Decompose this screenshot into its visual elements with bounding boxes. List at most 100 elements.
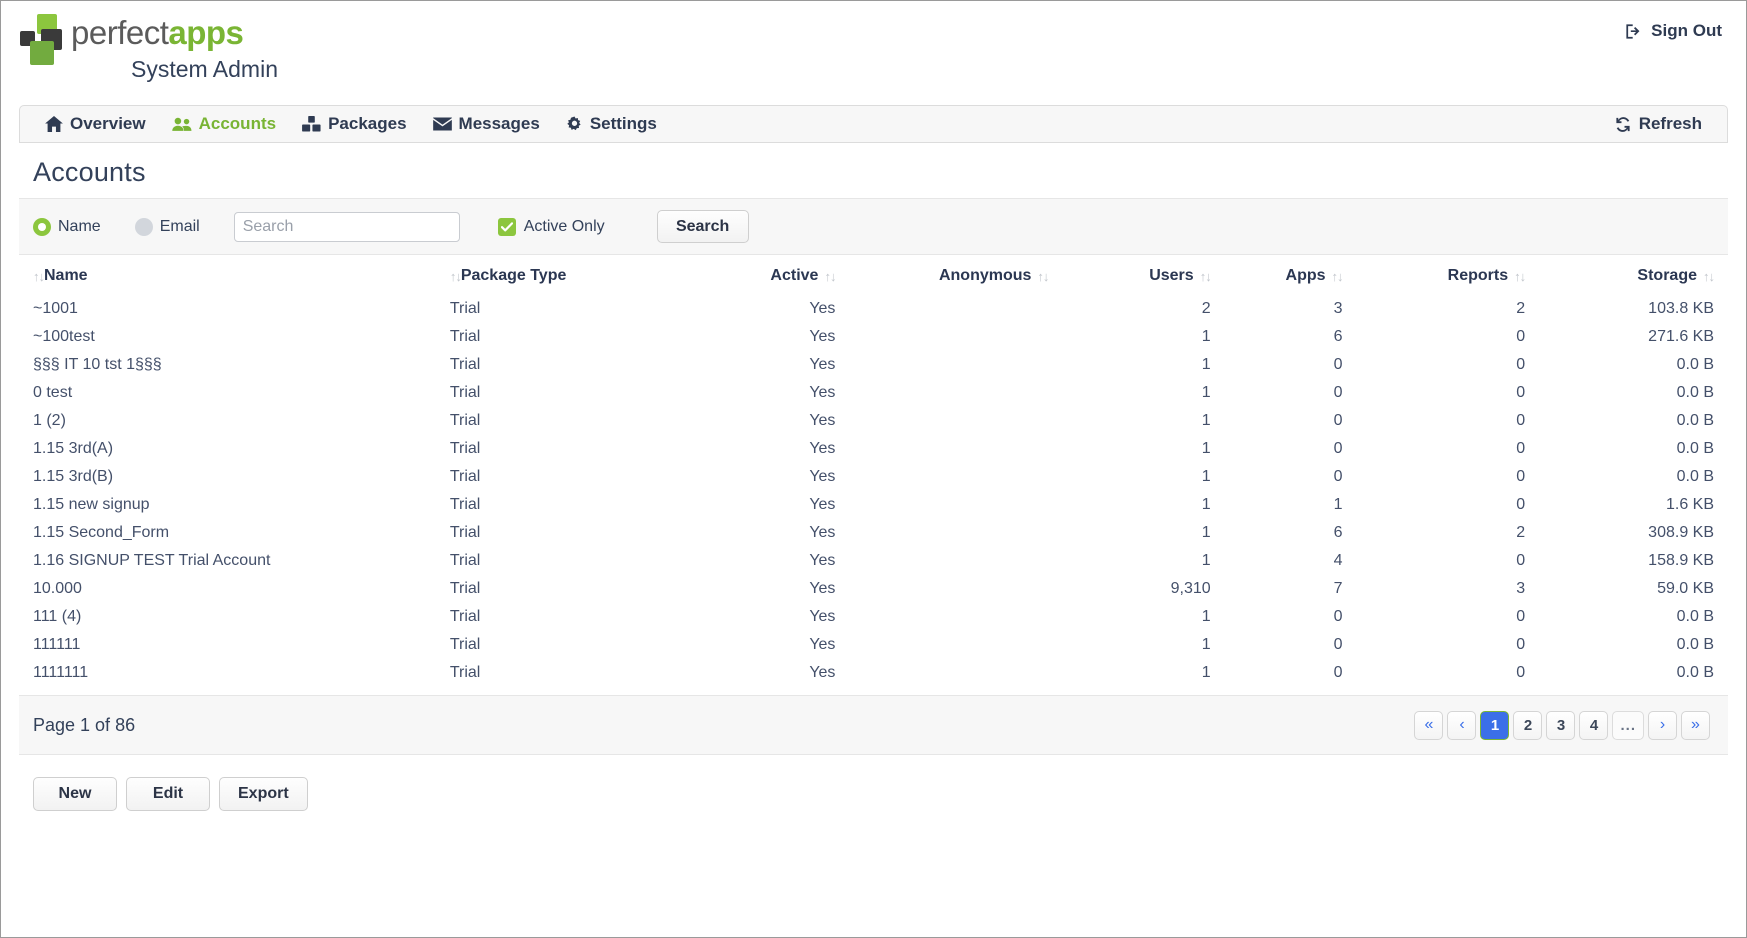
cell-apps: 1: [1333, 496, 1343, 513]
cell-reports: 0: [1516, 384, 1526, 401]
cell-apps: 0: [1333, 412, 1343, 429]
pagination-bar: Page 1 of 86 «‹ 1 2 3 4... ›»: [19, 695, 1728, 755]
nav-label-accounts: Accounts: [198, 114, 277, 133]
table-row[interactable]: 1.15 3rd(A) Trial Yes 1 0 0 0.0 B: [19, 435, 1728, 463]
col-header-apps[interactable]: Apps ↑↓: [1211, 255, 1344, 295]
search-input[interactable]: [233, 211, 460, 242]
col-header-anonymous[interactable]: Anonymous ↑↓: [835, 255, 1049, 295]
cell-storage: 0.0 B: [1676, 412, 1714, 429]
cell-storage: 0.0 B: [1676, 468, 1714, 485]
cell-name: 1 (2): [33, 412, 66, 429]
radio-name[interactable]: Name: [33, 217, 101, 236]
col-header-reports[interactable]: Reports ↑↓: [1343, 255, 1526, 295]
pagination-page-3[interactable]: 3: [1546, 710, 1576, 740]
nav-label-settings: Settings: [589, 114, 657, 133]
table-row[interactable]: 111 (4) Trial Yes 1 0 0 0.0 B: [19, 603, 1728, 631]
cell-package-type: Trial: [449, 524, 481, 541]
cell-name: §§§ IT 10 tst 1§§§: [33, 356, 162, 373]
cell-reports: 0: [1516, 440, 1526, 457]
cell-apps: 0: [1333, 356, 1343, 373]
table-row[interactable]: 1.15 new signup Trial Yes 1 1 0 1.6 KB: [19, 491, 1728, 519]
cell-active: Yes: [809, 412, 836, 429]
cell-apps: 6: [1333, 328, 1343, 345]
table-row[interactable]: 1.15 3rd(B) Trial Yes 1 0 0 0.0 B: [19, 463, 1728, 491]
radio-email[interactable]: Email: [134, 217, 200, 236]
cell-name: ~100test: [33, 328, 95, 345]
cell-storage: 103.8 KB: [1648, 300, 1714, 317]
pagination-page-4[interactable]: 4: [1579, 710, 1609, 740]
pagination-page-1[interactable]: 1: [1480, 710, 1510, 740]
cell-name: 10.000: [33, 580, 82, 597]
cell-storage: 0.0 B: [1676, 636, 1714, 653]
pagination-last[interactable]: »: [1681, 710, 1710, 740]
cell-name: 1.15 3rd(A): [33, 440, 114, 457]
cell-package-type: Trial: [449, 664, 481, 681]
active-only-checkbox[interactable]: Active Only: [497, 217, 605, 236]
col-header-apps-label: Apps: [1285, 267, 1326, 284]
cell-name: 1.15 3rd(B): [33, 468, 114, 485]
export-button[interactable]: Export: [219, 777, 308, 811]
cell-package-type: Trial: [449, 552, 481, 569]
pagination-next[interactable]: ›: [1648, 710, 1677, 740]
nav-item-settings[interactable]: Settings: [553, 106, 670, 142]
cell-active: Yes: [809, 328, 836, 345]
sort-icon-active[interactable]: ↑↓: [824, 270, 836, 283]
pagination-page-2[interactable]: 2: [1513, 710, 1543, 740]
col-header-active[interactable]: Active ↑↓: [688, 255, 836, 295]
cell-reports: 0: [1516, 664, 1526, 681]
table-row[interactable]: 0 test Trial Yes 1 0 0 0.0 B: [19, 379, 1728, 407]
table-row[interactable]: 1.16 SIGNUP TEST Trial Account Trial Yes 1 4…: [19, 547, 1728, 575]
col-header-name[interactable]: Name ↑↓: [19, 255, 435, 295]
pagination-controls: «‹ 1 2 3 4... ›»: [1414, 710, 1710, 740]
search-button[interactable]: Search: [656, 210, 749, 243]
col-header-package-type[interactable]: Package Type ↑↓: [435, 255, 689, 295]
page-status-label: Page 1 of 86: [33, 714, 136, 735]
table-row[interactable]: 10.000 Trial Yes 9,310 7 3 59.0 KB: [19, 575, 1728, 603]
table-row[interactable]: 111111 Trial Yes 1 0 0 0.0 B: [19, 631, 1728, 659]
pagination-first[interactable]: «: [1414, 710, 1444, 740]
cell-anonymous: [835, 659, 1048, 687]
wordmark-perfect: perfect: [71, 14, 169, 51]
table-row[interactable]: 1.15 Second_Form Trial Yes 1 6 2 308.9 KB: [19, 519, 1728, 547]
cell-storage: 1.6 KB: [1665, 496, 1714, 513]
cell-reports: 2: [1516, 524, 1526, 541]
col-header-users[interactable]: Users ↑↓: [1048, 255, 1212, 295]
refresh-button[interactable]: Refresh: [1601, 106, 1715, 142]
sort-icon-package-type[interactable]: ↑↓: [450, 270, 462, 283]
cell-reports: 0: [1516, 328, 1526, 345]
nav-item-accounts[interactable]: Accounts: [159, 106, 289, 142]
sort-icon-apps[interactable]: ↑↓: [1332, 270, 1344, 283]
cell-reports: 3: [1516, 580, 1526, 597]
cell-reports: 0: [1516, 412, 1526, 429]
sort-icon-storage[interactable]: ↑↓: [1703, 270, 1715, 283]
sign-out-button[interactable]: Sign Out: [1618, 17, 1728, 45]
radio-email-label: Email: [159, 217, 200, 235]
sort-icon-anonymous[interactable]: ↑↓: [1037, 270, 1049, 283]
sort-icon-name[interactable]: ↑↓: [33, 270, 45, 283]
nav-item-messages[interactable]: Messages: [420, 106, 553, 142]
cell-users: 1: [1201, 468, 1211, 485]
cell-users: 9,310: [1170, 580, 1211, 597]
edit-button[interactable]: Edit: [126, 777, 210, 811]
nav-label-packages: Packages: [328, 114, 407, 133]
sign-out-icon: [1624, 22, 1643, 41]
table-row[interactable]: ~1001 Trial Yes 2 3 2 103.8 KB: [19, 295, 1728, 323]
table-row[interactable]: 1111111 Trial Yes 1 0 0 0.0 B: [19, 659, 1728, 687]
pagination-ellipsis[interactable]: ...: [1612, 710, 1644, 740]
cell-active: Yes: [809, 300, 836, 317]
nav-item-packages[interactable]: Packages: [289, 106, 419, 142]
nav-item-overview[interactable]: Overview: [32, 106, 159, 142]
brand: perfectapps: [15, 14, 244, 65]
page-subtitle: System Admin: [131, 56, 278, 82]
cell-package-type: Trial: [449, 608, 481, 625]
sort-icon-reports[interactable]: ↑↓: [1514, 270, 1526, 283]
cell-reports: 2: [1516, 300, 1526, 317]
table-row[interactable]: §§§ IT 10 tst 1§§§ Trial Yes 1 0 0 0.0 B: [19, 351, 1728, 379]
pagination-prev[interactable]: ‹: [1447, 710, 1477, 740]
col-header-storage[interactable]: Storage ↑↓: [1525, 255, 1728, 295]
new-button[interactable]: New: [33, 777, 117, 811]
cell-reports: 0: [1516, 608, 1526, 625]
sort-icon-users[interactable]: ↑↓: [1200, 270, 1212, 283]
table-row[interactable]: ~100test Trial Yes 1 6 0 271.6 KB: [19, 323, 1728, 351]
table-row[interactable]: 1 (2) Trial Yes 1 0 0 0.0 B: [19, 407, 1728, 435]
